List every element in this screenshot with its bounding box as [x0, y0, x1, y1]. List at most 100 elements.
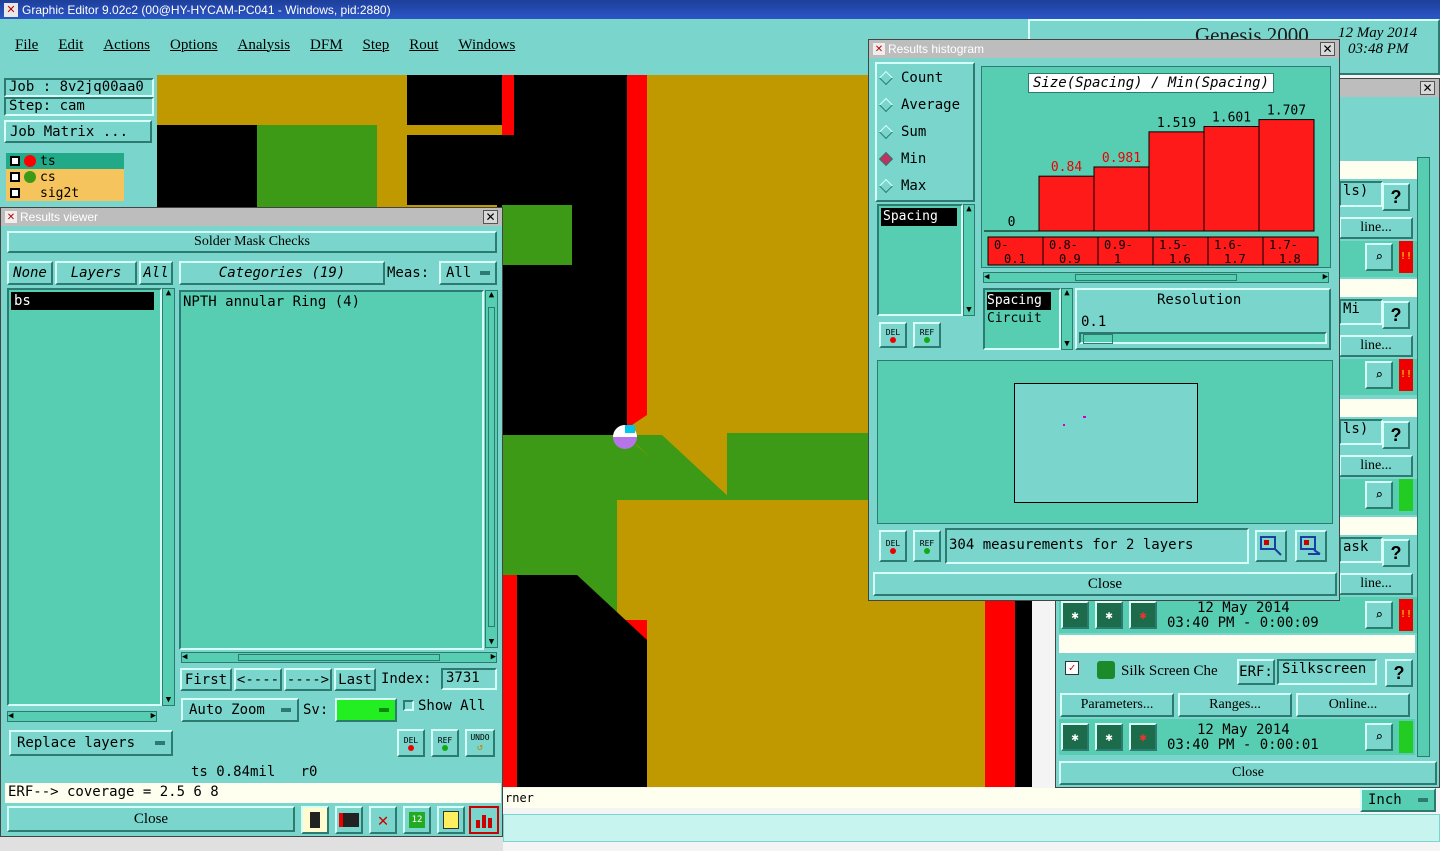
menu-options[interactable]: Options	[170, 37, 218, 54]
run-icon[interactable]: ✱	[1095, 601, 1123, 629]
layer-list-scrollbar[interactable]: ▲ ▼	[162, 288, 175, 706]
type-list-scrollbar[interactable]: ▲ ▼	[1061, 288, 1073, 350]
layer-row-sig2t[interactable]: sig2t	[6, 185, 124, 201]
check-param-field[interactable]: ask	[1339, 537, 1383, 563]
mode-radio-count[interactable]: Count	[877, 64, 973, 91]
auto-zoom-select[interactable]: Auto Zoom	[181, 698, 299, 722]
menu-analysis[interactable]: Analysis	[238, 37, 291, 54]
menu-windows[interactable]: Windows	[458, 37, 515, 54]
prev-button[interactable]: <----	[234, 668, 282, 691]
online-button[interactable]: Online...	[1296, 693, 1410, 717]
counter-icon[interactable]: 12	[403, 806, 431, 834]
run-icon[interactable]: ✱	[1129, 723, 1157, 751]
categories-hscrollbar[interactable]: ◀ ▶	[181, 652, 497, 663]
type-item-spacing[interactable]: Spacing	[987, 292, 1051, 310]
all-button[interactable]: All	[139, 261, 173, 285]
checkbox-icon[interactable]: ✓	[1065, 661, 1079, 675]
erf-button[interactable]: ERF:	[1237, 659, 1275, 685]
help-button[interactable]: ?	[1382, 421, 1410, 449]
zoom-back-icon[interactable]	[1295, 530, 1327, 562]
close-icon[interactable]: ✕	[1320, 42, 1335, 56]
hist-ref-button[interactable]: REF	[913, 322, 941, 348]
menu-edit[interactable]: Edit	[58, 37, 83, 54]
menu-file[interactable]: File	[15, 37, 38, 54]
none-button[interactable]: None	[7, 261, 53, 285]
mode-radio-average[interactable]: Average	[877, 91, 973, 118]
online-button[interactable]: line...	[1339, 455, 1413, 477]
online-button[interactable]: line...	[1339, 217, 1413, 239]
job-matrix-button[interactable]: Job Matrix ...	[4, 120, 152, 143]
categories-listbox[interactable]: NPTH annular Ring (4)Via annular Ring (3…	[179, 290, 484, 650]
help-button[interactable]: ?	[1385, 659, 1413, 687]
menu-step[interactable]: Step	[363, 37, 390, 54]
next-button[interactable]: ---->	[284, 668, 332, 691]
layer-item-bs[interactable]: bs	[11, 292, 154, 310]
measure-icon[interactable]	[301, 806, 329, 834]
check-param-field[interactable]: ls)	[1339, 419, 1383, 445]
report-icon[interactable]	[437, 806, 465, 834]
units-select[interactable]: Inch	[1360, 788, 1436, 812]
layer-row-ts[interactable]: ts	[6, 153, 124, 169]
erf-field[interactable]: Silkscreen	[1277, 659, 1377, 685]
online-button[interactable]: line...	[1339, 573, 1413, 595]
ref-off-icon[interactable]: ✕	[369, 806, 397, 834]
zoom-icon[interactable]: ⌕	[1365, 361, 1393, 389]
histogram-bar[interactable]	[1148, 131, 1205, 232]
item-list-scrollbar[interactable]: ▲ ▼	[963, 204, 975, 316]
ref-button[interactable]: REF	[431, 729, 459, 757]
run-icon[interactable]: ✱	[1061, 601, 1089, 629]
resolution-slider[interactable]	[1079, 332, 1327, 344]
show-all-checkbox[interactable]	[403, 700, 414, 711]
help-button[interactable]: ?	[1382, 183, 1410, 211]
ranges-button[interactable]: Ranges...	[1178, 693, 1292, 717]
close-icon[interactable]: ✕	[483, 210, 498, 224]
categories-button[interactable]: Categories (19)	[179, 261, 385, 285]
preview-ref-button[interactable]: REF	[913, 530, 941, 562]
layers-button[interactable]: Layers	[55, 261, 137, 285]
undo-button[interactable]: UNDO ↺	[465, 729, 495, 757]
histogram-bar[interactable]	[1093, 166, 1150, 232]
checkbox-icon[interactable]	[10, 172, 20, 182]
help-button[interactable]: ?	[1382, 301, 1410, 329]
meas-select[interactable]: All	[439, 261, 497, 285]
checkbox-icon[interactable]	[10, 188, 20, 198]
chart-hscrollbar[interactable]: ◀ ▶	[983, 272, 1329, 283]
layer-listbox[interactable]: bsts	[7, 288, 162, 706]
close-icon[interactable]: ✕	[1420, 81, 1435, 95]
checks-panel-scrollbar[interactable]	[1417, 157, 1430, 757]
categories-scrollbar[interactable]: ▲ ▼	[485, 290, 498, 648]
run-icon[interactable]: ✱	[1129, 601, 1157, 629]
help-button[interactable]: ?	[1382, 539, 1410, 567]
zoom-icon[interactable]: ⌕	[1365, 481, 1393, 509]
checkbox-icon[interactable]	[10, 156, 20, 166]
replace-layers-select[interactable]: Replace layers	[9, 730, 173, 756]
list-item-spacing[interactable]: Spacing	[881, 208, 957, 226]
layer-list-hscrollbar[interactable]: ◀ ▶	[7, 711, 157, 722]
parameters-button[interactable]: Parameters...	[1060, 693, 1174, 717]
category-item[interactable]: NPTH annular Ring (4)	[183, 293, 482, 311]
sv-color-select[interactable]	[335, 698, 397, 722]
histogram-bar[interactable]	[1203, 126, 1260, 232]
zoom-to-result-icon[interactable]	[1255, 530, 1287, 562]
last-button[interactable]: Last	[334, 668, 376, 691]
histogram-bar[interactable]	[1258, 119, 1315, 232]
histogram-icon[interactable]	[469, 806, 499, 834]
command-line[interactable]	[503, 814, 1440, 842]
check-param-field[interactable]: ls)	[1339, 181, 1383, 207]
run-icon[interactable]: ✱	[1061, 723, 1089, 751]
online-button[interactable]: line...	[1339, 335, 1413, 357]
histogram-close-button[interactable]: Close	[873, 572, 1337, 596]
histogram-item-list[interactable]: Spacing	[877, 204, 963, 316]
zoom-icon[interactable]: ⌕	[1365, 723, 1393, 751]
del-button[interactable]: DEL	[397, 729, 425, 757]
histogram-bar[interactable]	[1038, 175, 1095, 232]
results-close-button[interactable]: Close	[7, 806, 295, 832]
mode-radio-min[interactable]: Min	[877, 145, 973, 172]
check-param-field[interactable]: Mi	[1339, 299, 1383, 325]
menu-dfm[interactable]: DFM	[310, 37, 343, 54]
run-icon[interactable]: ✱	[1095, 723, 1123, 751]
menu-rout[interactable]: Rout	[409, 37, 438, 54]
zoom-icon[interactable]: ⌕	[1365, 243, 1393, 271]
zoom-icon[interactable]: ⌕	[1365, 601, 1393, 629]
mode-radio-sum[interactable]: Sum	[877, 118, 973, 145]
